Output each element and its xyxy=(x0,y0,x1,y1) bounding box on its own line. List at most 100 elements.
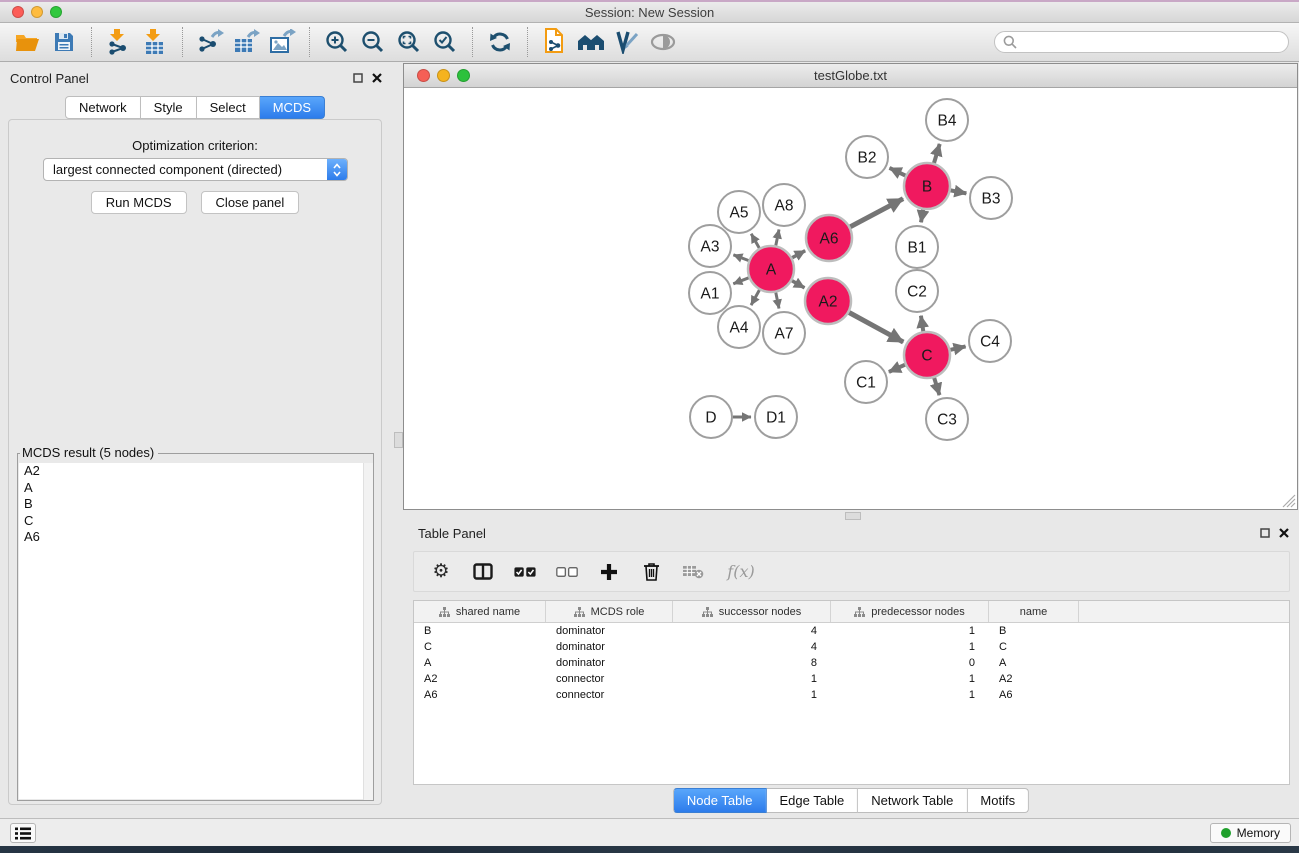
zoom-selected-icon[interactable] xyxy=(427,26,463,58)
graph-node-B1[interactable]: B1 xyxy=(896,226,938,268)
graph-node-B[interactable]: B xyxy=(904,163,950,209)
result-item[interactable]: A6 xyxy=(19,529,372,546)
zoom-fit-icon[interactable] xyxy=(391,26,427,58)
apply-function-icon[interactable]: f(x) xyxy=(724,561,758,583)
graph-edge-B-B1[interactable] xyxy=(921,210,923,223)
graph-edge-A-A4[interactable] xyxy=(751,290,759,305)
graph-edge-A-A2[interactable] xyxy=(792,281,805,288)
graph-node-C[interactable]: C xyxy=(904,332,950,378)
graph-node-B3[interactable]: B3 xyxy=(970,177,1012,219)
table-row[interactable]: A2connector11A2 xyxy=(414,671,1289,687)
graph-node-A6[interactable]: A6 xyxy=(806,215,852,261)
table-row[interactable]: Bdominator41B xyxy=(414,623,1289,639)
main-titlebar[interactable]: Session: New Session xyxy=(0,2,1299,23)
import-network-icon[interactable] xyxy=(101,26,137,58)
graph-node-D[interactable]: D xyxy=(690,396,732,438)
vertical-divider-grip[interactable] xyxy=(394,432,403,448)
search-field[interactable] xyxy=(994,31,1289,53)
close-panel-icon[interactable] xyxy=(1279,528,1289,538)
column-header-predecessor-nodes[interactable]: predecessor nodes xyxy=(831,601,989,622)
tab-edge-table[interactable]: Edge Table xyxy=(766,788,858,813)
table-options-gear-icon[interactable]: ⚙ xyxy=(430,561,452,583)
graph-edge-A-A5[interactable] xyxy=(751,234,759,248)
result-item[interactable]: A2 xyxy=(19,463,372,480)
column-header-successor-nodes[interactable]: successor nodes xyxy=(673,601,831,622)
network-canvas[interactable]: B4B2BB3A8A5A6A3B1AC2A1A2A4A7C4CC1DD1C3 xyxy=(404,88,1297,509)
result-item[interactable]: C xyxy=(19,513,372,530)
deselect-all-icon[interactable] xyxy=(556,561,578,583)
export-network-icon[interactable] xyxy=(192,26,228,58)
graph-edge-A-A7[interactable] xyxy=(776,293,779,309)
dropdown-stepper[interactable] xyxy=(327,159,347,180)
open-file-icon[interactable] xyxy=(10,26,46,58)
graph-node-B4[interactable]: B4 xyxy=(926,99,968,141)
close-panel-icon[interactable] xyxy=(372,73,382,83)
hide-panels-eye-icon[interactable] xyxy=(645,26,681,58)
graph-node-C2[interactable]: C2 xyxy=(896,270,938,312)
graph-edge-B-B2[interactable] xyxy=(890,168,906,176)
zoom-out-icon[interactable] xyxy=(355,26,391,58)
delete-table-icon[interactable] xyxy=(682,561,704,583)
horizontal-divider-grip[interactable] xyxy=(845,512,861,520)
graph-node-B2[interactable]: B2 xyxy=(846,136,888,178)
tab-style[interactable]: Style xyxy=(141,96,197,119)
tab-node-table[interactable]: Node Table xyxy=(673,788,767,813)
tab-mcds[interactable]: MCDS xyxy=(260,96,325,119)
table-row[interactable]: Adominator80A xyxy=(414,655,1289,671)
import-table-icon[interactable] xyxy=(137,26,173,58)
graph-edge-A6-B[interactable] xyxy=(850,199,903,227)
graph-edge-C-C3[interactable] xyxy=(934,378,939,395)
graph-edge-B-B4[interactable] xyxy=(934,144,940,163)
graph-edge-B-B3[interactable] xyxy=(951,190,967,193)
network-window-titlebar[interactable]: testGlobe.txt xyxy=(404,64,1297,88)
column-header-name[interactable]: name xyxy=(989,601,1079,622)
export-image-icon[interactable] xyxy=(264,26,300,58)
tab-select[interactable]: Select xyxy=(197,96,260,119)
graph-edge-A2-C[interactable] xyxy=(849,313,903,343)
graph-edge-C-C2[interactable] xyxy=(921,316,923,332)
graph-edge-C-C4[interactable] xyxy=(950,346,965,349)
vizmapper-icon[interactable] xyxy=(609,26,645,58)
run-mcds-button[interactable]: Run MCDS xyxy=(91,191,187,214)
select-all-icon[interactable] xyxy=(514,561,536,583)
graph-edge-A-A6[interactable] xyxy=(792,251,805,258)
zoom-in-icon[interactable] xyxy=(319,26,355,58)
memory-button[interactable]: Memory xyxy=(1210,823,1291,843)
tab-network-table[interactable]: Network Table xyxy=(858,788,967,813)
result-item[interactable]: B xyxy=(19,496,372,513)
delete-column-trash-icon[interactable] xyxy=(640,561,662,583)
graph-node-D1[interactable]: D1 xyxy=(755,396,797,438)
table-row[interactable]: Cdominator41C xyxy=(414,639,1289,655)
graph-node-A3[interactable]: A3 xyxy=(689,225,731,267)
refresh-icon[interactable] xyxy=(482,26,518,58)
graph-node-A4[interactable]: A4 xyxy=(718,306,760,348)
float-panel-icon[interactable] xyxy=(1260,528,1270,538)
tab-motifs[interactable]: Motifs xyxy=(967,788,1029,813)
result-item[interactable]: A xyxy=(19,480,372,497)
add-column-plus-icon[interactable] xyxy=(598,561,620,583)
export-table-icon[interactable] xyxy=(228,26,264,58)
close-panel-button[interactable]: Close panel xyxy=(201,191,300,214)
graph-edge-C-C1[interactable] xyxy=(889,365,905,372)
graph-node-A[interactable]: A xyxy=(748,246,794,292)
criterion-dropdown[interactable]: largest connected component (directed) xyxy=(43,158,348,181)
graph-node-A8[interactable]: A8 xyxy=(763,184,805,226)
graph-edge-A-A3[interactable] xyxy=(733,255,748,261)
float-panel-icon[interactable] xyxy=(353,73,363,83)
search-input[interactable] xyxy=(1022,34,1280,50)
table-row[interactable]: A6connector11A6 xyxy=(414,687,1289,703)
graph-node-C1[interactable]: C1 xyxy=(845,361,887,403)
save-session-icon[interactable] xyxy=(46,26,82,58)
graph-node-A5[interactable]: A5 xyxy=(718,191,760,233)
graph-edge-A-A1[interactable] xyxy=(733,278,748,284)
graph-edge-A-A8[interactable] xyxy=(776,230,779,246)
column-header-MCDS-role[interactable]: MCDS role xyxy=(546,601,673,622)
window-resize-grip[interactable] xyxy=(1282,494,1296,508)
home-overview-icon[interactable] xyxy=(573,26,609,58)
graph-node-A1[interactable]: A1 xyxy=(689,272,731,314)
graph-node-A2[interactable]: A2 xyxy=(805,278,851,324)
graph-node-A7[interactable]: A7 xyxy=(763,312,805,354)
result-scrollbar[interactable] xyxy=(363,463,373,800)
split-panel-icon[interactable] xyxy=(472,561,494,583)
graph-node-C4[interactable]: C4 xyxy=(969,320,1011,362)
